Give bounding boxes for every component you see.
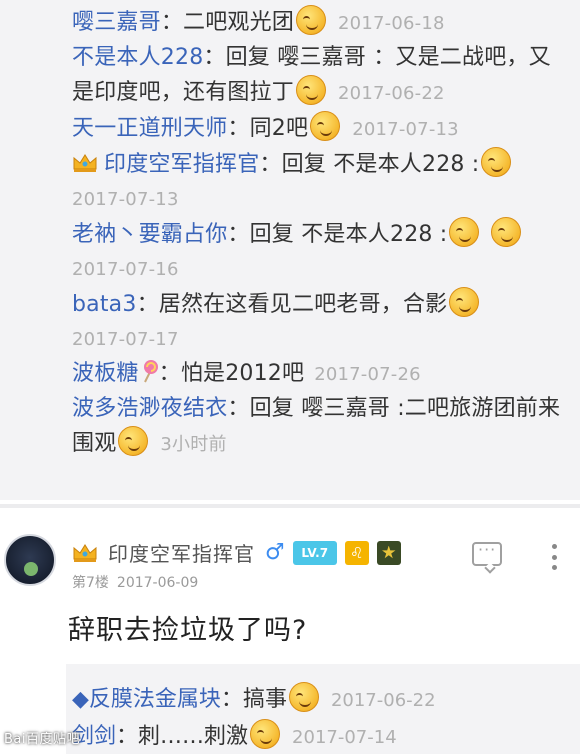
reply-author[interactable]: 老衲丶要霸占你 [72, 222, 227, 247]
smile-emoji-icon [481, 147, 512, 177]
reply-date: 2017-07-26 [314, 364, 421, 385]
reply-date: 2017-07-14 [292, 727, 397, 748]
lollipop-icon [143, 360, 158, 383]
reply-date: 2017-07-16 [72, 259, 179, 280]
reply-author[interactable]: 波多浩渺夜结衣 [72, 396, 227, 421]
smile-emoji-icon [296, 75, 327, 105]
reply-text: 回复 不是本人228 : [249, 222, 448, 247]
reply-date: 2017-06-18 [338, 13, 445, 34]
poster-name[interactable]: 印度空军指挥官 [108, 538, 255, 567]
crown-icon [73, 154, 97, 172]
smile-emoji-icon [296, 5, 327, 35]
more-options-icon[interactable] [552, 544, 558, 570]
smile-emoji-icon [449, 287, 480, 317]
post-date: 2017-06-09 [116, 575, 199, 591]
reply-text: 回复 不是本人228 : [281, 152, 480, 177]
reply-item[interactable]: bata3：居然在这看见二吧老哥，合影 2017-07-17 [72, 287, 572, 357]
reply-date: 2017-07-13 [352, 119, 459, 140]
avatar[interactable] [4, 534, 56, 586]
reply-date: 2017-06-22 [338, 83, 445, 104]
sub-reply-list: ◆反膜法金属块：搞事 2017-06-22 剑剑：刺……刺激 2017-07-14 [66, 664, 580, 754]
reply-item[interactable]: 波多浩渺夜结衣：回复 嘤三嘉哥 :二吧旅游团前来围观 3小时前 [72, 392, 572, 462]
floor-info: 第7楼 2017-06-09 [72, 572, 198, 592]
reply-item[interactable]: 印度空军指挥官：回复 不是本人228 :2017-07-13 [72, 147, 572, 217]
reply-text: 同2吧 [249, 116, 309, 141]
reply-date: 2017-07-17 [72, 329, 179, 350]
floor-number: 第7楼 [72, 575, 109, 591]
reply-author[interactable]: bata3 [72, 292, 137, 317]
reply-author[interactable]: ◆反膜法金属块 [72, 687, 221, 712]
reply-item[interactable]: 波板糖 ：怕是2012吧 2017-07-26 [72, 357, 572, 392]
reply-text: 刺……刺激 [138, 724, 249, 749]
crown-icon [73, 543, 97, 562]
reply-date: 2017-07-13 [72, 189, 179, 210]
post-header: 印度空军指挥官 ♂ LV.7 ♌ 第7楼 2017-06-09 [0, 520, 580, 600]
reply-item[interactable]: 不是本人228：回复 嘤三嘉哥 ：又是二战吧，又是印度吧，还有图拉丁 2017-0… [72, 41, 572, 111]
reply-item[interactable]: 嘤三嘉哥：二吧观光团 2017-06-18 [72, 5, 572, 41]
smile-emoji-icon [310, 111, 341, 141]
comment-icon[interactable] [472, 540, 502, 566]
medal-badge-icon[interactable] [376, 540, 401, 565]
smile-emoji-icon [118, 426, 149, 456]
reply-author[interactable]: 印度空军指挥官 [104, 152, 259, 177]
reply-item[interactable]: ◆反膜法金属块：搞事 2017-06-22 [72, 682, 574, 719]
post-body: 辞职去捡垃圾了吗? [68, 615, 308, 646]
reply-list: 嘤三嘉哥：二吧观光团 2017-06-18 不是本人228：回复 嘤三嘉哥 ：又是… [0, 0, 580, 500]
smile-emoji-icon [449, 217, 480, 247]
zodiac-leo-icon: ♌ [344, 540, 369, 565]
reply-item[interactable]: 剑剑：刺……刺激 2017-07-14 [72, 719, 574, 754]
reply-author[interactable]: 不是本人228 [72, 45, 203, 70]
poster-line: 印度空军指挥官 ♂ LV.7 ♌ [72, 538, 401, 567]
reply-author[interactable]: 波板糖 [72, 361, 139, 386]
reply-text: 二吧观光团 [183, 10, 295, 35]
reply-date: 3小时前 [160, 434, 227, 455]
level-badge[interactable]: LV.7 [292, 540, 337, 565]
baidu-watermark: Bai百度贴吧 [4, 732, 80, 747]
reply-author[interactable]: 嘤三嘉哥 [72, 10, 161, 35]
reply-item[interactable]: 天一正道刑天师：同2吧 2017-07-13 [72, 111, 572, 147]
smile-emoji-icon [490, 217, 521, 247]
reply-text: 怕是2012吧 [180, 361, 305, 386]
reply-date: 2017-06-22 [330, 690, 436, 711]
reply-item[interactable]: 老衲丶要霸占你：回复 不是本人228 : 2017-07-16 [72, 217, 572, 287]
male-gender-icon: ♂ [265, 540, 285, 565]
reply-author[interactable]: 天一正道刑天师 [72, 116, 227, 141]
reply-text: 搞事 [242, 687, 287, 712]
section-divider [0, 504, 580, 508]
reply-text: 居然在这看见二吧老哥，合影 [158, 292, 448, 317]
smile-emoji-icon [288, 682, 319, 712]
grimace-emoji-icon [250, 719, 281, 749]
